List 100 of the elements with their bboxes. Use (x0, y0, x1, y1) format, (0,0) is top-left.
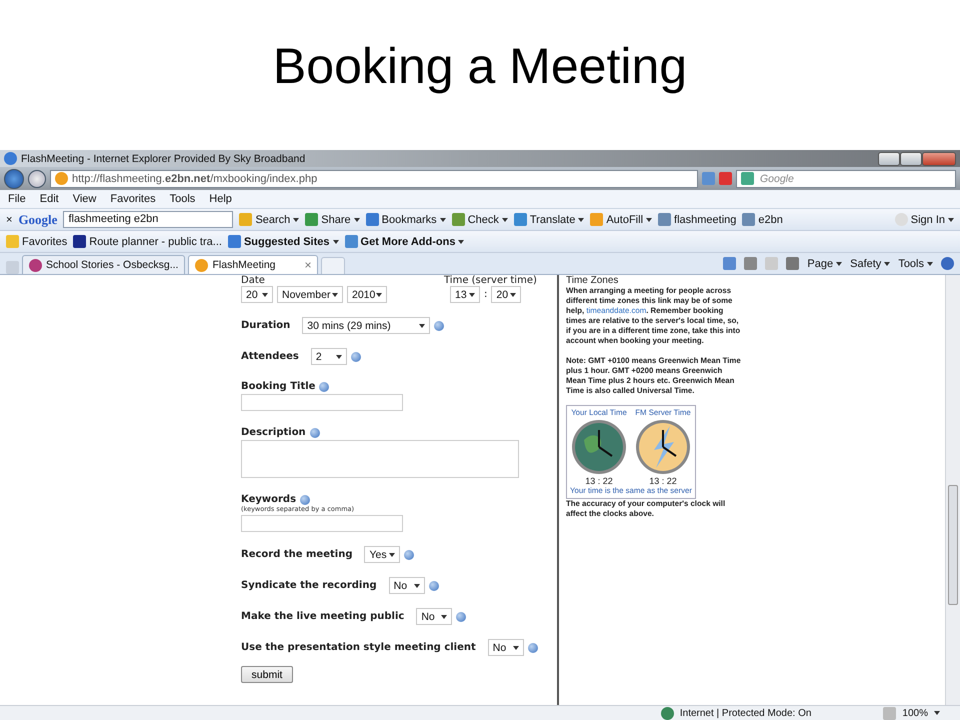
caret-icon (376, 292, 382, 296)
info-icon[interactable] (404, 550, 414, 560)
favorite-link[interactable]: Suggested Sites (228, 235, 339, 248)
caret-icon (884, 262, 890, 266)
menu-item[interactable]: File (8, 193, 26, 205)
field-label: Description (241, 427, 306, 438)
caret-icon (262, 292, 268, 296)
close-toolbar-button[interactable]: × (6, 214, 12, 226)
menu-item[interactable]: Favorites (110, 193, 156, 205)
clock-drawing (570, 418, 628, 476)
browser-tab[interactable]: School Stories - Osbecksg... (22, 255, 186, 274)
caret-icon (934, 711, 940, 715)
minute-select[interactable]: 20 (491, 286, 522, 303)
caret-icon (414, 584, 420, 588)
field-label: Keywords (241, 494, 296, 505)
field-label: Duration (241, 320, 290, 331)
time-separator: : (484, 289, 488, 300)
date-label: Date (241, 275, 266, 286)
caret-icon (336, 354, 342, 358)
dropdown[interactable]: Yes (364, 546, 400, 563)
caret-icon (458, 240, 464, 244)
hour-select[interactable]: 13 (450, 286, 480, 303)
field-label: Use the presentation style meeting client (241, 642, 476, 653)
dropdown[interactable]: No (488, 639, 524, 656)
info-icon[interactable] (528, 642, 538, 652)
dropdown[interactable]: No (388, 577, 425, 594)
menu-item[interactable]: Edit (40, 193, 59, 205)
caret-icon (927, 262, 933, 266)
info-icon[interactable] (300, 494, 310, 504)
scrollbar-thumb[interactable] (948, 485, 958, 605)
site-icon (55, 172, 68, 185)
caret-icon (332, 240, 339, 244)
caret-icon (469, 292, 475, 296)
caret-icon (389, 552, 396, 556)
date-select[interactable]: 2010 (347, 286, 387, 303)
search-box[interactable]: Google (736, 170, 956, 188)
menu-item[interactable]: Help (209, 193, 232, 205)
minimize-button[interactable] (878, 152, 900, 166)
address-field[interactable]: http://flashmeeting.e2bn.net/mxbooking/index.php (50, 170, 698, 188)
caret-icon (836, 262, 842, 266)
field-label: Make the live meeting public (241, 611, 404, 622)
clock-time: 13 : 22 (585, 476, 613, 486)
text-area[interactable] (241, 440, 519, 478)
menu-item[interactable]: View (72, 193, 96, 205)
toolbar-button[interactable]: Translate (514, 213, 584, 226)
caret-icon (646, 218, 652, 222)
caret-icon (441, 614, 448, 618)
clock-drawing (634, 418, 692, 476)
caret-icon (948, 218, 954, 222)
field-label: Attendees (241, 351, 299, 362)
google-logo: Google (18, 212, 58, 228)
zoom-level[interactable]: 100% (902, 708, 928, 718)
section-heading: Time Zones (566, 275, 618, 286)
caret-icon (419, 324, 426, 328)
slide-title: Booking a Meeting (272, 37, 688, 96)
date-select[interactable]: 20 (241, 286, 273, 303)
toolbar-search-field[interactable]: flashmeeting e2bn (63, 211, 234, 228)
toolbar-button[interactable]: Search (239, 213, 300, 226)
time-label: Time (server time) (444, 275, 537, 286)
submit-button[interactable]: submit (241, 666, 293, 683)
caret-icon (578, 218, 584, 222)
maximize-button[interactable] (900, 152, 922, 166)
back-button[interactable] (4, 168, 24, 188)
toolbar-button[interactable]: e2bn (742, 213, 783, 226)
caret-icon (332, 292, 338, 296)
favorite-link[interactable]: Route planner - public tra... (73, 235, 222, 248)
browser-tab[interactable]: FlashMeeting × (188, 255, 318, 274)
info-icon[interactable] (350, 352, 361, 362)
info-icon[interactable] (310, 428, 320, 438)
toolbar-button[interactable]: Check (452, 213, 508, 226)
toolbar-button[interactable]: Bookmarks (366, 213, 446, 226)
status-zone: Internet | Protected Mode: On (680, 708, 812, 718)
sign-in-button[interactable]: Sign In (894, 213, 954, 226)
date-select[interactable]: November (277, 286, 343, 303)
command-menu[interactable]: Safety (850, 258, 890, 270)
toolbar-button[interactable]: Share (305, 213, 360, 226)
toolbar-button[interactable]: AutoFill (590, 213, 652, 226)
text-field[interactable] (241, 394, 403, 411)
url-text: http://flashmeeting.e2bn.net/mxbooking/index.php (72, 172, 318, 184)
command-menu[interactable]: Page (807, 258, 842, 270)
toolbar-button[interactable]: flashmeeting (658, 213, 736, 226)
menu-item[interactable]: Tools (170, 193, 196, 205)
dropdown[interactable]: 30 mins (29 mins) (302, 317, 430, 334)
command-menu[interactable]: Tools (898, 258, 933, 270)
dropdown[interactable]: 2 (310, 348, 347, 365)
info-icon[interactable] (428, 580, 439, 590)
dropdown[interactable]: No (416, 608, 452, 625)
forward-button[interactable] (28, 170, 46, 188)
favorites-button[interactable]: Favorites (6, 235, 68, 248)
text-field[interactable] (241, 515, 403, 532)
field-label: Syndicate the recording (241, 580, 377, 591)
info-icon[interactable] (319, 382, 330, 392)
field-label: Record the meeting (241, 549, 352, 560)
caret-icon (293, 218, 300, 222)
window-title: FlashMeeting - Internet Explorer Provided By Sky Broadband (21, 152, 306, 164)
favorite-link[interactable]: Get More Add-ons (344, 235, 464, 248)
info-icon[interactable] (434, 320, 444, 330)
info-icon[interactable] (456, 612, 466, 622)
clock-time: 13 : 22 (649, 476, 677, 486)
close-button[interactable] (922, 152, 956, 166)
